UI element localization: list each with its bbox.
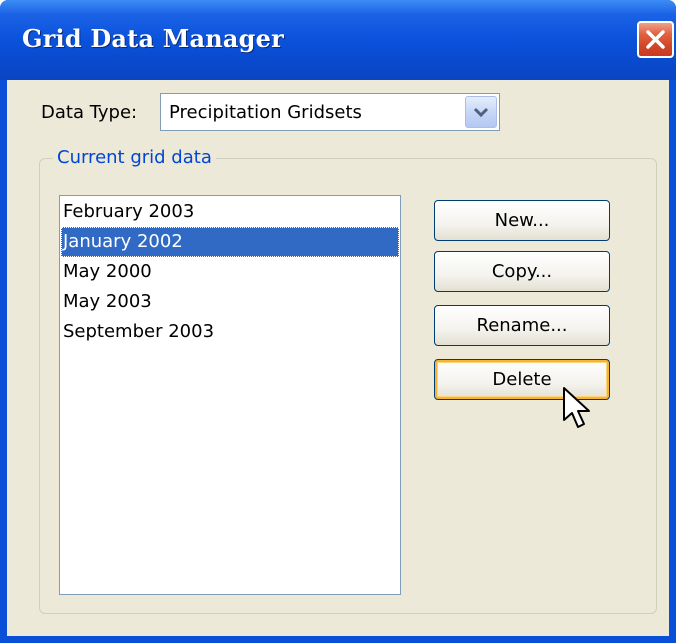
dropdown-button[interactable] (465, 96, 497, 128)
pointer-arrow-icon (563, 387, 590, 428)
data-type-value: Precipitation Gridsets (169, 102, 362, 123)
data-type-label: Data Type: (41, 102, 138, 123)
rename-button[interactable]: Rename... (434, 305, 610, 346)
window-title: Grid Data Manager (22, 24, 284, 53)
title-bar[interactable]: Grid Data Manager (0, 0, 676, 80)
new-button[interactable]: New... (434, 200, 610, 241)
close-button[interactable] (637, 21, 674, 58)
list-item[interactable]: September 2003 (61, 317, 399, 347)
chevron-down-icon (473, 107, 489, 118)
close-icon (646, 30, 665, 49)
list-item[interactable]: May 2000 (61, 257, 399, 287)
data-type-dropdown[interactable]: Precipitation Gridsets (160, 93, 500, 131)
group-legend: Current grid data (53, 147, 216, 168)
dialog-window: Grid Data Manager Data Type: Precipitati… (0, 0, 676, 643)
copy-button[interactable]: Copy... (434, 251, 610, 292)
list-item[interactable]: May 2003 (61, 287, 399, 317)
dialog-client-area: Data Type: Precipitation Gridsets Curren… (7, 80, 669, 636)
list-item-selected[interactable]: January 2002 (61, 227, 399, 257)
list-item[interactable]: February 2003 (61, 197, 399, 227)
grid-data-list[interactable]: February 2003 January 2002 May 2000 May … (59, 195, 401, 595)
